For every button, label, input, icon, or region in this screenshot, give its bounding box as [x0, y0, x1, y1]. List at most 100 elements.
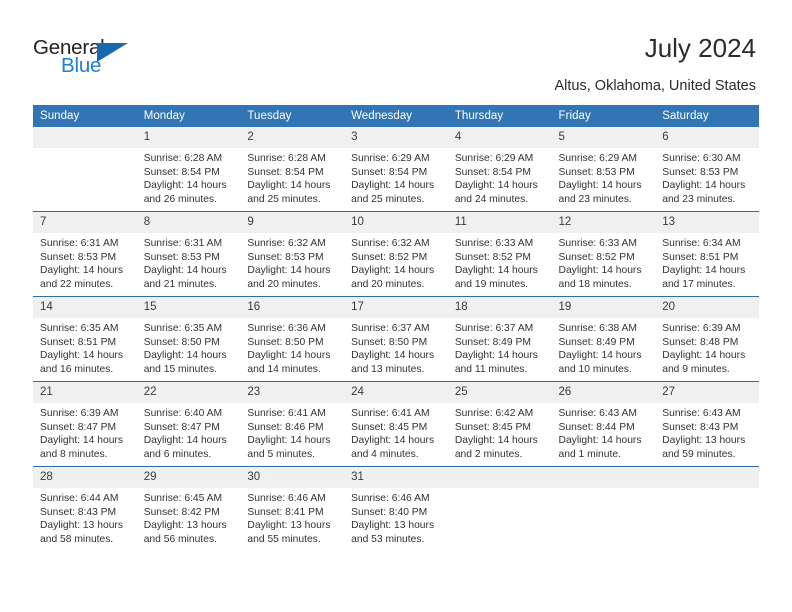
calendar-day-cell[interactable]: 30 Sunrise: 6:46 AM Sunset: 8:41 PM Dayligh… — [240, 466, 345, 551]
day-sunset-text: Sunset: 8:54 PM — [454, 166, 531, 178]
day-number: 6 — [655, 127, 759, 148]
day-daylight-line1-text: Daylight: 13 hours — [40, 520, 123, 532]
day-sunrise-text: Sunrise: 6:28 AM — [247, 153, 326, 164]
calendar-day-cell[interactable]: 24 Sunrise: 6:41 AM Sunset: 8:45 PM Dayligh… — [344, 381, 448, 467]
calendar-day-cell[interactable]: 15 Sunrise: 6:35 AM Sunset: 8:50 PM Dayligh… — [136, 296, 241, 382]
day-sunset-text: Sunset: 8:45 PM — [351, 421, 428, 433]
calendar-day-cell[interactable]: 2 Sunrise: 6:28 AM Sunset: 8:54 PM Daylight… — [240, 127, 345, 212]
day-sunset-text: Sunset: 8:53 PM — [558, 166, 635, 178]
calendar-day-cell[interactable]: 17 Sunrise: 6:37 AM Sunset: 8:50 PM Dayligh… — [344, 296, 448, 382]
calendar-day-cell[interactable]: 3 Sunrise: 6:29 AM Sunset: 8:54 PM Daylight… — [344, 127, 448, 212]
day-sunrise-text: Sunrise: 6:28 AM — [143, 153, 223, 164]
calendar-body: 1 Sunrise: 6:28 AM Sunset: 8:54 PM Daylight… — [33, 127, 759, 551]
calendar-day-cell[interactable]: 14 Sunrise: 6:35 AM Sunset: 8:51 PM Dayligh… — [33, 296, 137, 382]
day-daylight-line1-text: Daylight: 14 hours — [454, 180, 538, 192]
day-sunset-text: Sunset: 8:53 PM — [247, 251, 324, 263]
day-daylight-line1-text: Daylight: 14 hours — [351, 435, 435, 447]
calendar-day-cell[interactable]: 16 Sunrise: 6:36 AM Sunset: 8:50 PM Dayligh… — [240, 296, 345, 382]
day-number: 16 — [240, 297, 345, 318]
day-sun-info: Sunrise: 6:40 AM Sunset: 8:47 PM Daylight:… — [137, 403, 241, 461]
day-number: 18 — [447, 297, 552, 318]
calendar-day-cell[interactable]: 4 Sunrise: 6:29 AM Sunset: 8:54 PM Daylight… — [447, 127, 552, 212]
logo-text-blue: Blue — [61, 54, 102, 77]
day-sunrise-text: Sunrise: 6:29 AM — [454, 153, 534, 164]
day-sunset-text: Sunset: 8:52 PM — [558, 251, 635, 263]
day-sun-info: Sunrise: 6:43 AM Sunset: 8:44 PM Daylight:… — [552, 403, 656, 461]
day-daylight-line1-text: Daylight: 14 hours — [558, 180, 642, 192]
day-sunrise-text: Sunrise: 6:39 AM — [40, 408, 119, 419]
day-daylight-line1-text: Daylight: 14 hours — [143, 180, 227, 192]
calendar-day-cell-empty — [447, 466, 552, 551]
calendar-day-cell[interactable]: 18 Sunrise: 6:37 AM Sunset: 8:49 PM Dayligh… — [447, 296, 552, 382]
day-daylight-line1-text: Daylight: 14 hours — [247, 435, 331, 447]
day-daylight-line2-text: and 26 minutes. — [143, 193, 217, 205]
calendar-day-cell[interactable]: 22 Sunrise: 6:40 AM Sunset: 8:47 PM Dayligh… — [136, 381, 241, 467]
weekday-header-sunday: Sunday — [33, 105, 137, 127]
day-sunset-text: Sunset: 8:47 PM — [40, 421, 117, 433]
calendar-day-cell[interactable]: 6 Sunrise: 6:30 AM Sunset: 8:53 PM Daylight… — [655, 127, 759, 212]
weekday-header-saturday: Saturday — [655, 105, 759, 127]
calendar-day-cell[interactable]: 11 Sunrise: 6:33 AM Sunset: 8:52 PM Dayligh… — [447, 211, 552, 297]
day-daylight-line1-text: Daylight: 14 hours — [247, 180, 331, 192]
calendar-day-cell[interactable]: 31 Sunrise: 6:46 AM Sunset: 8:40 PM Dayligh… — [344, 466, 448, 551]
weekday-header-thursday: Thursday — [447, 105, 552, 127]
calendar-day-cell[interactable]: 7 Sunrise: 6:31 AM Sunset: 8:53 PM Daylight… — [33, 211, 137, 297]
day-number: 19 — [551, 297, 656, 318]
day-daylight-line2-text: and 20 minutes. — [247, 278, 321, 290]
day-sunrise-text: Sunrise: 6:32 AM — [351, 238, 430, 249]
calendar-day-cell[interactable]: 10 Sunrise: 6:32 AM Sunset: 8:52 PM Dayligh… — [344, 211, 448, 297]
calendar-day-cell[interactable]: 29 Sunrise: 6:45 AM Sunset: 8:42 PM Dayligh… — [136, 466, 241, 551]
calendar-day-cell[interactable]: 12 Sunrise: 6:33 AM Sunset: 8:52 PM Dayligh… — [551, 211, 656, 297]
day-sun-info: Sunrise: 6:36 AM Sunset: 8:50 PM Daylight:… — [240, 318, 344, 376]
day-sunset-text: Sunset: 8:48 PM — [662, 336, 739, 348]
calendar-day-cell[interactable]: 25 Sunrise: 6:42 AM Sunset: 8:45 PM Dayligh… — [447, 381, 552, 467]
day-daylight-line2-text: and 4 minutes. — [351, 448, 419, 460]
day-number: 5 — [551, 127, 656, 148]
calendar-day-cell[interactable]: 27 Sunrise: 6:43 AM Sunset: 8:43 PM Dayligh… — [655, 381, 759, 467]
day-sun-info: Sunrise: 6:46 AM Sunset: 8:41 PM Daylight:… — [240, 488, 344, 546]
day-sunset-text: Sunset: 8:52 PM — [351, 251, 428, 263]
day-sunrise-text: Sunrise: 6:46 AM — [351, 493, 430, 504]
day-sunset-text: Sunset: 8:41 PM — [247, 506, 324, 518]
calendar-day-cell[interactable]: 28 Sunrise: 6:44 AM Sunset: 8:43 PM Dayligh… — [33, 466, 137, 551]
day-daylight-line2-text: and 13 minutes. — [351, 363, 425, 375]
calendar-day-cell[interactable]: 13 Sunrise: 6:34 AM Sunset: 8:51 PM Dayligh… — [655, 211, 759, 297]
calendar-day-cell[interactable]: 5 Sunrise: 6:29 AM Sunset: 8:53 PM Daylight… — [551, 127, 656, 212]
day-sun-info: Sunrise: 6:38 AM Sunset: 8:49 PM Daylight:… — [552, 318, 656, 376]
calendar-day-cell[interactable]: 8 Sunrise: 6:31 AM Sunset: 8:53 PM Daylight… — [136, 211, 241, 297]
day-daylight-line1-text: Daylight: 14 hours — [454, 435, 538, 447]
day-sun-info: Sunrise: 6:43 AM Sunset: 8:43 PM Daylight:… — [655, 403, 759, 461]
day-number: 24 — [344, 382, 448, 403]
calendar-day-cell[interactable]: 1 Sunrise: 6:28 AM Sunset: 8:54 PM Daylight… — [136, 127, 241, 212]
day-daylight-line1-text: Daylight: 14 hours — [351, 350, 435, 362]
calendar-day-cell[interactable]: 21 Sunrise: 6:39 AM Sunset: 8:47 PM Dayligh… — [33, 381, 137, 467]
day-sunset-text: Sunset: 8:45 PM — [454, 421, 531, 433]
day-sun-info: Sunrise: 6:33 AM Sunset: 8:52 PM Daylight:… — [448, 233, 552, 291]
day-daylight-line2-text: and 8 minutes. — [40, 448, 108, 460]
general-blue-logo[interactable]: General Blue — [33, 36, 163, 84]
day-number: 28 — [33, 467, 137, 488]
day-daylight-line2-text: and 22 minutes. — [40, 278, 114, 290]
day-number: 8 — [136, 212, 241, 233]
day-daylight-line1-text: Daylight: 14 hours — [40, 265, 123, 277]
calendar-day-cell[interactable]: 23 Sunrise: 6:41 AM Sunset: 8:46 PM Dayligh… — [240, 381, 345, 467]
day-number: 25 — [447, 382, 552, 403]
calendar-header-row: Sunday Monday Tuesday Wednesday Thursday Frid… — [33, 105, 759, 127]
day-daylight-line1-text: Daylight: 14 hours — [558, 435, 642, 447]
day-number: 11 — [447, 212, 552, 233]
calendar-page: General Blue July 2024 Altus, Oklahoma, … — [0, 0, 792, 612]
calendar-day-cell[interactable]: 26 Sunrise: 6:43 AM Sunset: 8:44 PM Dayligh… — [551, 381, 656, 467]
day-sunset-text: Sunset: 8:51 PM — [662, 251, 739, 263]
day-daylight-line1-text: Daylight: 14 hours — [558, 265, 642, 277]
day-number: 30 — [240, 467, 345, 488]
day-sunset-text: Sunset: 8:46 PM — [247, 421, 324, 433]
calendar-day-cell[interactable]: 20 Sunrise: 6:39 AM Sunset: 8:48 PM Dayligh… — [655, 296, 759, 382]
calendar-day-cell[interactable]: 9 Sunrise: 6:32 AM Sunset: 8:53 PM Daylight… — [240, 211, 345, 297]
calendar-day-cell[interactable]: 19 Sunrise: 6:38 AM Sunset: 8:49 PM Dayligh… — [551, 296, 656, 382]
day-sun-info: Sunrise: 6:37 AM Sunset: 8:50 PM Daylight:… — [344, 318, 448, 376]
day-sunset-text: Sunset: 8:54 PM — [351, 166, 428, 178]
day-sunrise-text: Sunrise: 6:36 AM — [247, 323, 326, 334]
day-daylight-line2-text: and 15 minutes. — [143, 363, 217, 375]
day-daylight-line2-text: and 59 minutes. — [662, 448, 736, 460]
day-sunrise-text: Sunrise: 6:33 AM — [454, 238, 534, 249]
